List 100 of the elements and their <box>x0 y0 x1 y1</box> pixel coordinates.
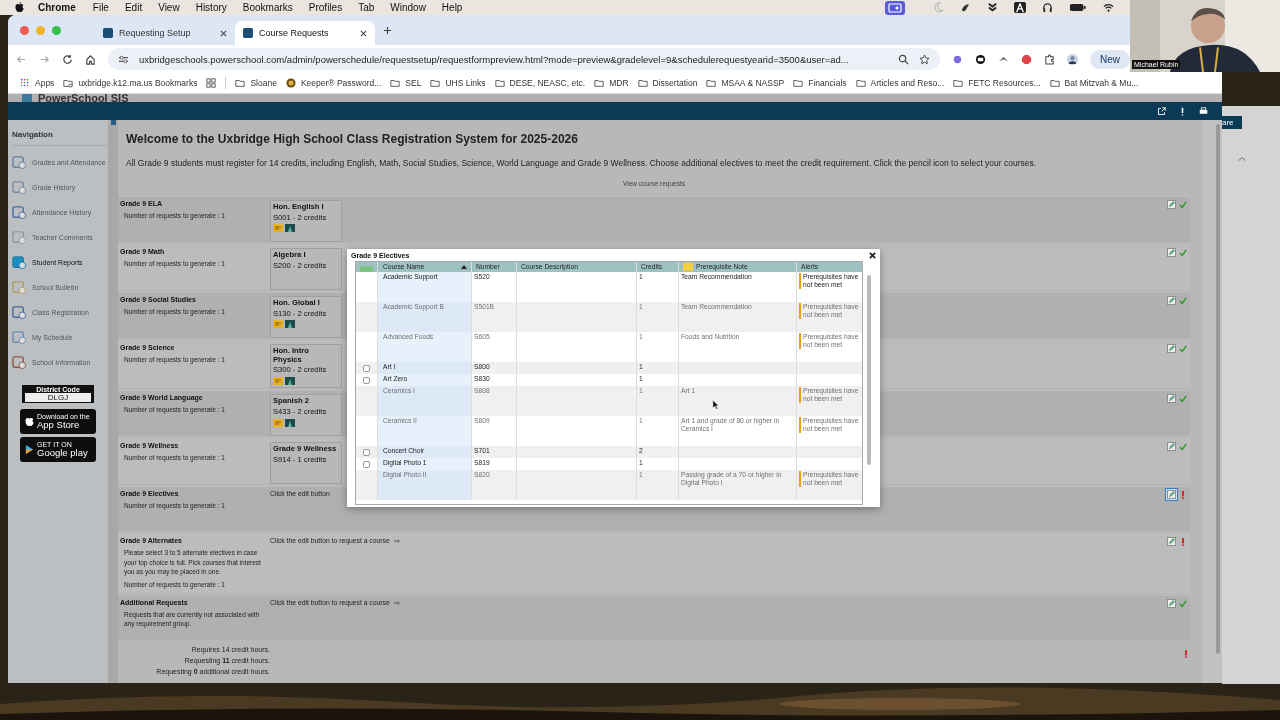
close-window-button[interactable] <box>20 25 29 35</box>
keyboard-input-icon[interactable] <box>1014 2 1026 13</box>
bookmark[interactable]: uxbridge.k12.ma.us Bookmarks <box>63 78 198 88</box>
bookmark[interactable]: Bat Mitzvah & Mu... <box>1049 78 1139 88</box>
menu-item[interactable]: View <box>158 2 180 13</box>
menu-item[interactable]: Tab <box>358 2 375 13</box>
edit-button[interactable] <box>1166 295 1177 306</box>
bookmark[interactable]: DESE, NEASC, etc. <box>494 78 586 88</box>
bookmark[interactable]: SEL <box>390 78 422 88</box>
arrow-icon <box>392 599 401 606</box>
chevrons-icon[interactable] <box>987 2 998 13</box>
checkbox[interactable] <box>363 377 370 384</box>
page-clock-icon <box>12 155 27 170</box>
extension-icon[interactable] <box>975 53 986 65</box>
new-chrome-button[interactable]: New <box>1090 49 1130 69</box>
puzzle-icon[interactable] <box>1044 53 1055 65</box>
menu-item[interactable]: Window <box>390 2 426 13</box>
home-icon[interactable] <box>85 53 96 65</box>
screen-share-icon[interactable] <box>885 0 905 15</box>
folder-icon <box>1049 78 1060 88</box>
edit-button[interactable] <box>1166 441 1177 453</box>
share-button[interactable]: are <box>1222 116 1242 129</box>
browser-tab[interactable]: Requesting Setup <box>95 21 235 45</box>
page-clock-icon <box>12 255 27 270</box>
edit-button[interactable] <box>1166 247 1177 258</box>
play-icon <box>25 444 34 455</box>
address-bar[interactable]: uxbridgeschools.powerschool.com/admin/powerschedule/requestsetup/requestformpreview.html?mode=preview&gradelevel=9&schedulerequestyearid=3500&user=ad... <box>108 48 940 70</box>
checkbox[interactable] <box>363 449 370 456</box>
close-icon[interactable] <box>360 29 367 37</box>
folder-icon <box>793 78 804 88</box>
close-icon[interactable] <box>220 29 227 37</box>
tab-groups-icon[interactable] <box>206 78 217 88</box>
cursor-icon <box>712 399 719 410</box>
search-icon[interactable] <box>898 53 909 65</box>
headphones-icon[interactable] <box>1042 2 1053 13</box>
print-icon[interactable] <box>1199 106 1208 116</box>
external-link-icon[interactable] <box>1157 106 1166 116</box>
bookmark[interactable]: Dissertation <box>637 78 698 88</box>
folder-icon <box>855 78 866 88</box>
menu-item[interactable]: Bookmarks <box>242 2 293 13</box>
app-logo: PowerSchool SIS <box>38 94 129 102</box>
menu-item[interactable]: File <box>92 2 109 13</box>
note-icon <box>273 377 283 386</box>
folder-icon <box>235 78 246 88</box>
folder-icon <box>390 78 401 88</box>
collapse-handle[interactable] <box>110 120 116 125</box>
edit-button[interactable] <box>1166 536 1177 548</box>
page-clock-icon <box>12 330 27 345</box>
checkbox[interactable] <box>363 461 370 468</box>
profile-avatar-icon[interactable] <box>1067 53 1078 65</box>
page-clock-icon <box>12 230 27 245</box>
folder-icon <box>494 78 505 88</box>
battery-icon[interactable] <box>1069 2 1087 13</box>
bookmark[interactable]: FETC Resources... <box>953 78 1041 88</box>
menu-item[interactable]: History <box>195 2 227 13</box>
edit-button[interactable] <box>1166 199 1177 210</box>
bookmark[interactable]: Articles and Reso... <box>855 78 945 88</box>
tune-icon[interactable] <box>118 53 129 65</box>
menu-item[interactable]: Profiles <box>308 2 343 13</box>
sort-icon[interactable] <box>461 265 467 269</box>
folder-icon <box>953 78 964 88</box>
edit-button[interactable] <box>1166 597 1177 609</box>
adblock-icon[interactable] <box>1021 53 1032 65</box>
close-icon[interactable] <box>869 251 876 259</box>
apple-icon[interactable] <box>15 2 24 13</box>
star-icon[interactable] <box>919 53 930 65</box>
reload-icon[interactable] <box>62 53 73 65</box>
logo-icon <box>22 94 32 102</box>
new-tab-icon[interactable] <box>383 25 392 35</box>
edit-button[interactable] <box>1166 489 1177 501</box>
edit-button[interactable] <box>1166 393 1177 405</box>
page-title: Welcome to the Uxbridge High School Class Registration System for 2025-2026 <box>126 132 579 146</box>
arrow-icon <box>392 538 401 545</box>
note-icon <box>273 224 283 233</box>
scrollbar[interactable] <box>867 275 871 465</box>
note-icon <box>683 263 693 271</box>
browser-tab[interactable]: Course Requests <box>235 21 375 45</box>
app-menu[interactable]: Chrome <box>38 2 76 13</box>
checkbox[interactable] <box>363 365 370 372</box>
folder-icon <box>706 78 717 88</box>
dots-grid-icon <box>20 78 30 88</box>
bookmark[interactable]: MDR <box>594 78 629 88</box>
menu-item[interactable]: Help <box>441 2 463 13</box>
bookmark[interactable]: Sloane <box>235 78 277 88</box>
site-icon <box>103 28 113 38</box>
bookmark[interactable]: Financials <box>793 78 847 88</box>
scrollbar[interactable] <box>1216 124 1220 654</box>
folder-icon <box>430 78 441 88</box>
bookmark[interactable]: Apps <box>20 78 55 88</box>
page-clock-icon <box>12 355 27 370</box>
edit-button[interactable] <box>1166 343 1177 354</box>
bookmark[interactable]: Keeper® Password... <box>285 78 382 88</box>
site-icon <box>243 28 253 38</box>
menu-item[interactable]: Edit <box>124 2 143 13</box>
bookmark[interactable]: MSAA & NASSP <box>706 78 785 88</box>
bookmark[interactable]: UHS Links <box>430 78 486 88</box>
wifi-icon[interactable] <box>1103 2 1114 13</box>
note-icon <box>273 320 283 329</box>
page-clock-icon <box>12 280 27 295</box>
road-icon <box>285 377 295 386</box>
